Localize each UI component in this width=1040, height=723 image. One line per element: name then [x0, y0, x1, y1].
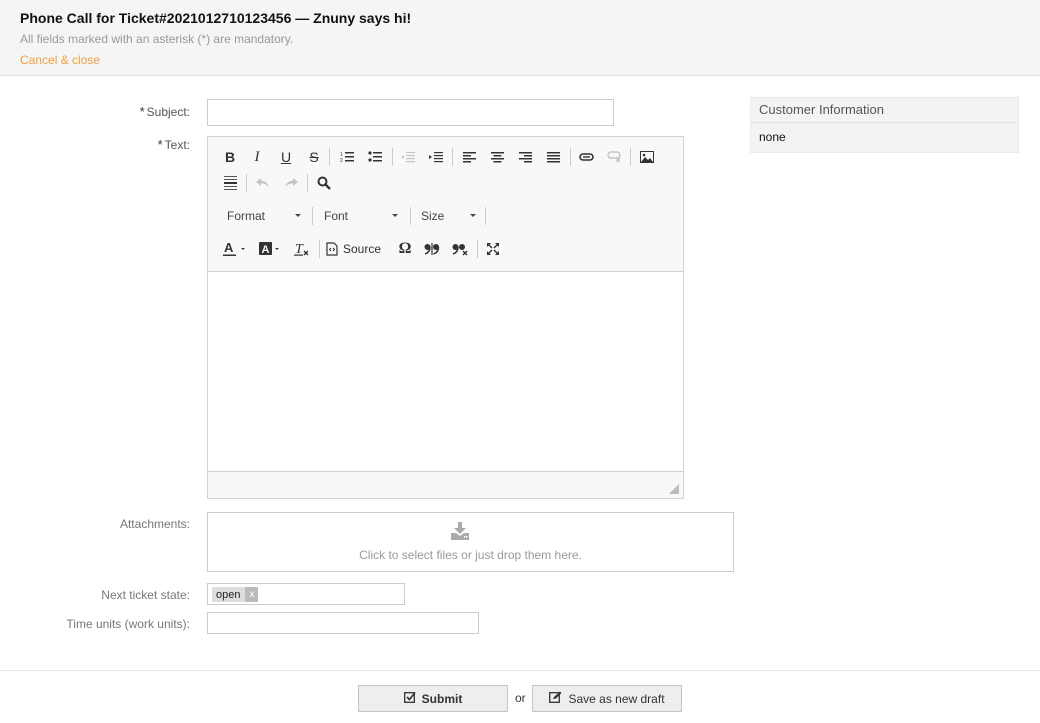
save-draft-button[interactable]: Save as new draft — [532, 685, 682, 712]
unlink-icon[interactable] — [603, 146, 625, 168]
toolbar-separator — [630, 148, 631, 166]
background-color-button[interactable]: A — [256, 238, 284, 260]
toolbar-separator — [570, 148, 571, 166]
chevron-down-icon — [470, 214, 476, 217]
customer-information-title: Customer Information — [751, 98, 1018, 123]
or-text: or — [515, 691, 526, 705]
text-label-text: Text: — [164, 138, 190, 152]
remove-blockquote-icon[interactable] — [449, 238, 471, 260]
attachment-dropzone[interactable]: Click to select files or just drop them … — [207, 512, 734, 572]
text-label: * Text: — [0, 137, 190, 152]
customer-information-value: none — [759, 130, 786, 144]
customer-information-panel: Customer Information none — [750, 97, 1019, 153]
subject-label: * Subject: — [0, 104, 190, 119]
toolbar-separator — [246, 174, 247, 192]
edit-icon — [549, 691, 562, 706]
toolbar-separator — [319, 240, 320, 258]
time-units-label: Time units (work units): — [66, 617, 190, 631]
font-dropdown-label: Font — [324, 209, 349, 223]
size-dropdown-label: Size — [421, 209, 445, 223]
remove-format-icon[interactable]: T — [291, 238, 313, 260]
strikethrough-button[interactable]: S — [303, 146, 325, 168]
submit-button[interactable]: Submit — [358, 685, 508, 712]
outdent-icon[interactable] — [397, 146, 419, 168]
text-color-button[interactable]: A — [222, 238, 250, 260]
selected-state-chip: open x — [212, 587, 259, 602]
attachments-label: Attachments: — [119, 517, 190, 531]
chevron-down-icon — [392, 214, 398, 217]
svg-text:A: A — [224, 241, 234, 255]
editor-content-area[interactable] — [208, 271, 683, 472]
next-state-label: Next ticket state: — [101, 588, 190, 602]
checkbox-check-icon — [403, 691, 416, 706]
next-state-select[interactable]: open x — [207, 583, 405, 605]
undo-icon[interactable] — [252, 172, 274, 194]
source-label: Source — [343, 242, 382, 256]
subject-input[interactable] — [207, 99, 614, 126]
align-right-icon[interactable] — [514, 146, 536, 168]
underline-button[interactable]: U — [275, 146, 297, 168]
format-dropdown-label: Format — [227, 209, 266, 223]
toolbar-separator — [329, 148, 330, 166]
image-icon[interactable] — [636, 146, 658, 168]
resize-handle[interactable] — [669, 484, 679, 494]
save-draft-label: Save as new draft — [568, 691, 665, 706]
redo-icon[interactable] — [280, 172, 302, 194]
rich-text-editor: B I U S 12 Format Font Size A A T Source… — [207, 136, 684, 499]
required-marker: * — [139, 104, 145, 119]
svg-text:2: 2 — [340, 158, 343, 163]
toolbar-separator — [485, 207, 486, 225]
bold-button[interactable]: B — [219, 146, 241, 168]
blockquote-icon[interactable] — [421, 238, 443, 260]
required-marker: * — [157, 137, 163, 152]
special-character-icon[interactable]: Ω — [394, 238, 416, 260]
justify-icon[interactable] — [542, 146, 564, 168]
download-icon — [451, 522, 469, 543]
link-icon[interactable] — [575, 146, 597, 168]
font-dropdown[interactable]: Font — [324, 205, 404, 227]
toolbar-separator — [477, 240, 478, 258]
bulleted-list-icon[interactable] — [364, 146, 386, 168]
cancel-close-link[interactable]: Cancel & close — [20, 53, 100, 67]
format-dropdown[interactable]: Format — [227, 205, 307, 227]
size-dropdown[interactable]: Size — [421, 205, 482, 227]
toolbar-separator — [307, 174, 308, 192]
numbered-list-icon[interactable]: 12 — [336, 146, 358, 168]
toolbar-separator — [452, 148, 453, 166]
chevron-down-icon — [295, 214, 301, 217]
time-units-input[interactable] — [207, 612, 479, 634]
editor-toolbar: B I U S 12 Format Font Size A A T Source… — [208, 137, 683, 271]
footer-divider — [0, 670, 1040, 671]
horizontal-line-icon[interactable] — [219, 172, 241, 194]
indent-icon[interactable] — [425, 146, 447, 168]
source-button[interactable]: Source — [326, 238, 388, 260]
align-left-icon[interactable] — [458, 146, 480, 168]
subject-label-text: Subject: — [146, 105, 190, 119]
maximize-icon[interactable] — [482, 238, 504, 260]
remove-state-button[interactable]: x — [245, 587, 259, 602]
page-title: Phone Call for Ticket#2021012710123456 —… — [20, 10, 412, 26]
toolbar-separator — [392, 148, 393, 166]
submit-label: Submit — [421, 691, 463, 706]
dialog-header: Phone Call for Ticket#2021012710123456 —… — [0, 0, 1040, 76]
italic-button[interactable]: I — [246, 146, 268, 168]
mandatory-hint: All fields marked with an asterisk (*) a… — [20, 32, 294, 46]
svg-text:A: A — [262, 244, 270, 256]
find-icon[interactable] — [313, 172, 335, 194]
toolbar-separator — [410, 207, 411, 225]
dropzone-text: Click to select files or just drop them … — [359, 548, 582, 562]
align-center-icon[interactable] — [486, 146, 508, 168]
selected-state-value: open — [216, 588, 241, 601]
toolbar-separator — [312, 207, 313, 225]
